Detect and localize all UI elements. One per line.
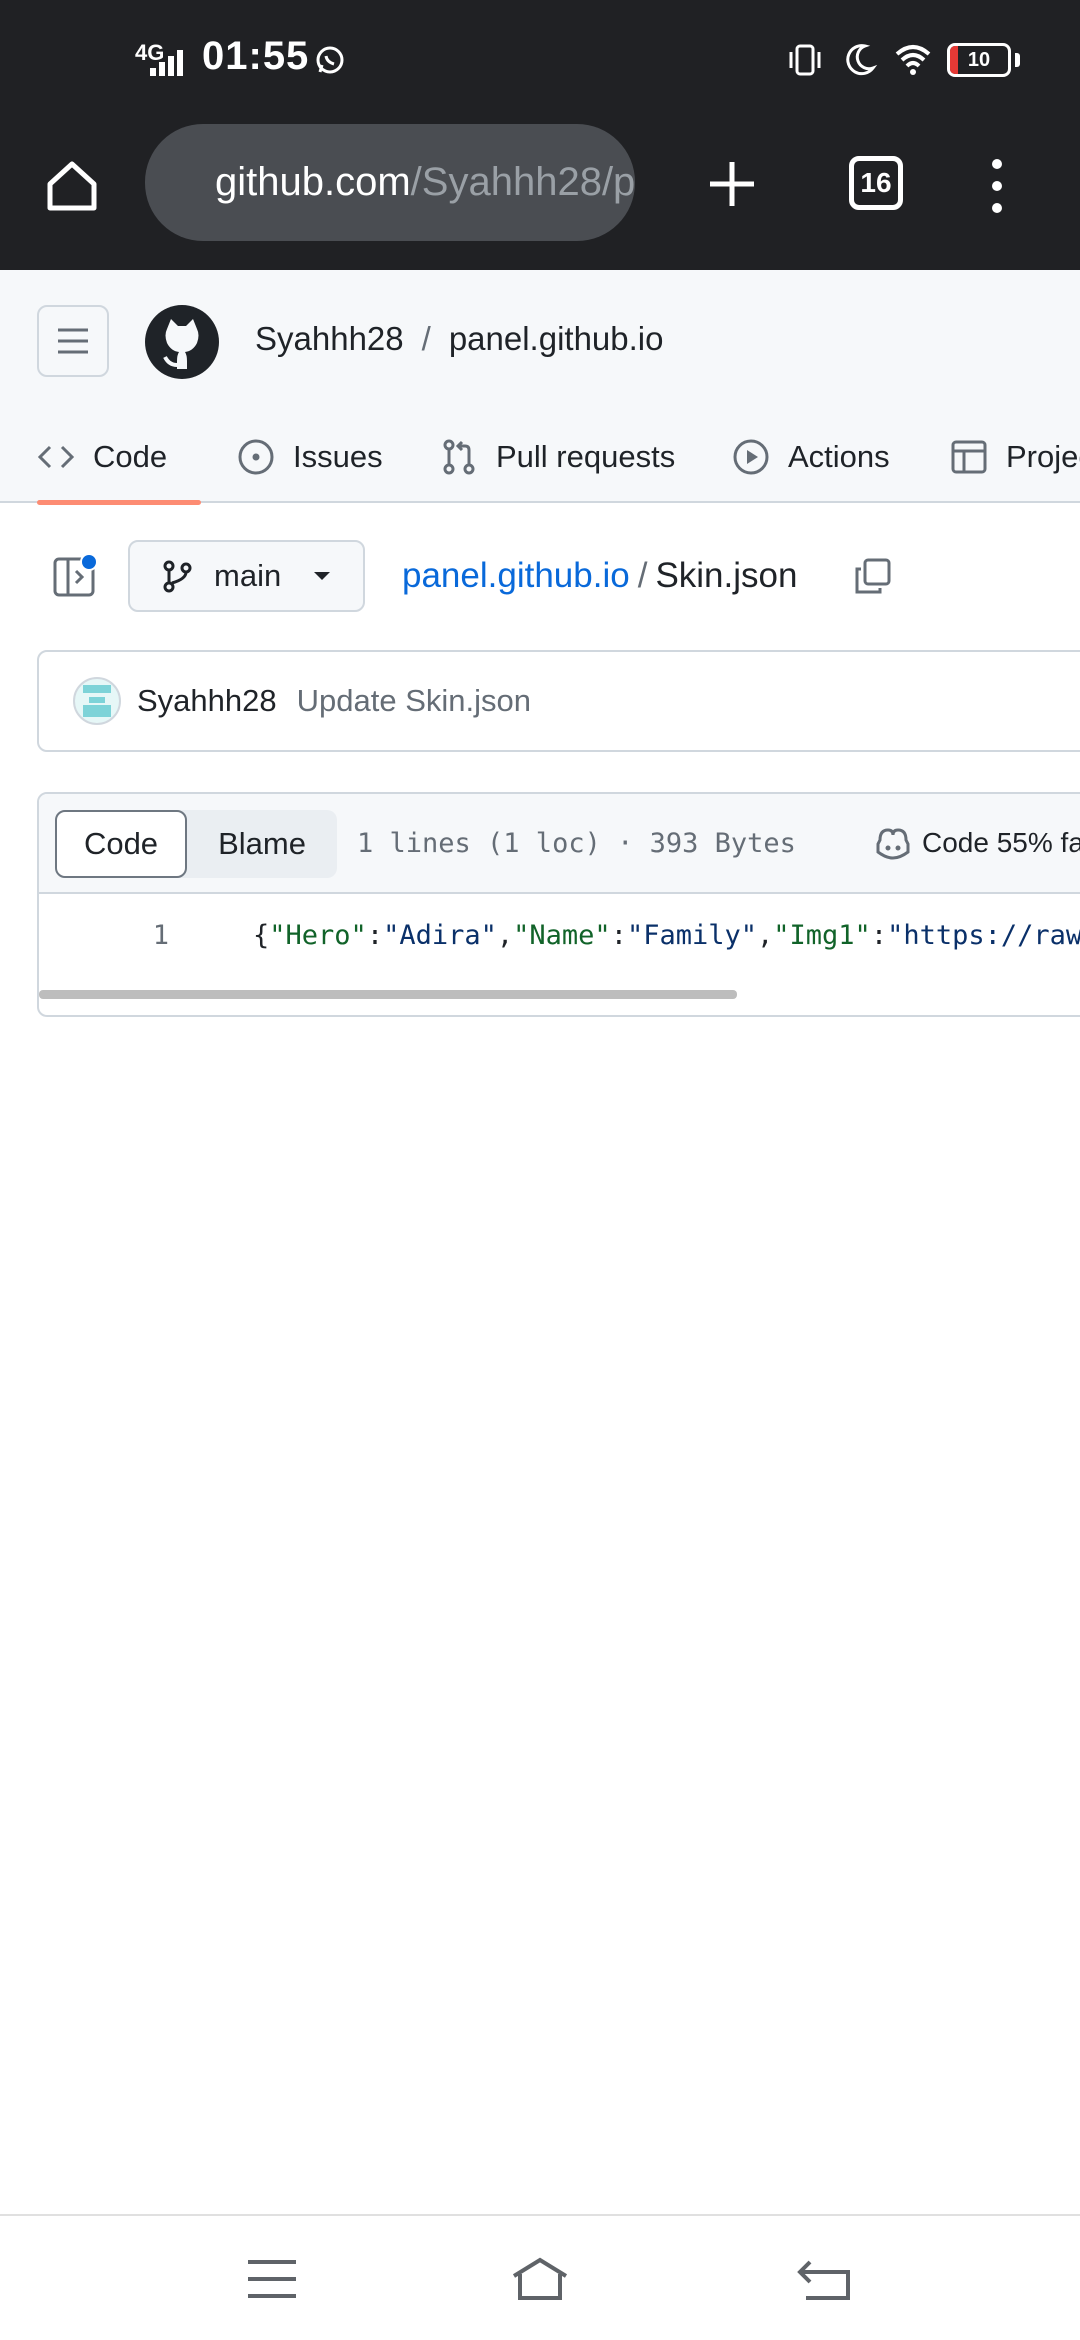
code-token: "Adira" bbox=[383, 919, 497, 951]
url-text: github.com/Syahhh28/panel.github.io bbox=[215, 160, 635, 205]
copilot-promo[interactable]: Code 55% faster with GitHub Copilot bbox=[874, 824, 1080, 862]
tab-issues[interactable]: Issues bbox=[237, 410, 383, 503]
tab-pull-requests-label: Pull requests bbox=[496, 438, 676, 474]
view-mode-toggle: Code Blame bbox=[55, 810, 337, 878]
issue-icon bbox=[238, 439, 274, 474]
new-tab-icon[interactable] bbox=[704, 156, 760, 212]
code-icon bbox=[37, 445, 75, 468]
url-host: github.com bbox=[215, 160, 411, 204]
code-token: , bbox=[496, 919, 514, 951]
identicon-icon bbox=[83, 685, 111, 717]
status-right: 10 bbox=[785, 40, 1020, 80]
status-bar: 4G 01:55 10 bbox=[0, 0, 1080, 120]
more-menu-icon[interactable] bbox=[982, 156, 1012, 216]
do-not-disturb-moon-icon bbox=[846, 44, 878, 76]
notification-dot bbox=[80, 553, 98, 571]
commit-author-link[interactable]: Syahhh28 bbox=[137, 683, 277, 719]
tab-actions-label: Actions bbox=[788, 438, 890, 474]
code-token: "Hero" bbox=[269, 919, 367, 951]
repo-path-separator: / bbox=[421, 320, 431, 357]
code-token: "Family" bbox=[626, 919, 757, 951]
code-token: : bbox=[366, 919, 384, 951]
horizontal-scrollbar[interactable] bbox=[39, 990, 737, 999]
tab-code[interactable]: Code bbox=[37, 410, 201, 505]
tab-code-label: Code bbox=[93, 438, 168, 474]
signal-icon bbox=[150, 50, 183, 76]
code-token: "https://raw bbox=[887, 919, 1080, 951]
github-logo-icon[interactable] bbox=[145, 305, 219, 379]
url-path: /Syahhh28/panel.github.io bbox=[410, 160, 635, 204]
hamburger-icon bbox=[58, 328, 88, 354]
repo-owner-link[interactable]: Syahhh28 bbox=[255, 320, 404, 357]
breadcrumb-repo-link[interactable]: panel.github.io bbox=[402, 556, 630, 595]
code-token: "Img1" bbox=[773, 919, 871, 951]
tab-projects[interactable]: Projects bbox=[950, 410, 1080, 503]
blame-view-button[interactable]: Blame bbox=[187, 810, 337, 878]
pull-request-icon bbox=[443, 439, 475, 474]
clock: 01:55 bbox=[202, 34, 310, 78]
code-line: 1 {"Hero":"Adira","Name":"Family","Img1"… bbox=[39, 894, 1080, 976]
browser-toolbar: github.com/Syahhh28/panel.github.io 16 bbox=[0, 120, 1080, 270]
avatar[interactable] bbox=[73, 677, 121, 725]
copilot-icon bbox=[876, 828, 910, 860]
url-bar[interactable]: github.com/Syahhh28/panel.github.io bbox=[145, 124, 635, 241]
code-token: "Name" bbox=[513, 919, 611, 951]
latest-commit-box: Syahhh28 Update Skin.json bbox=[37, 650, 1080, 752]
file-viewer: Code Blame 1 lines (1 loc) · 393 Bytes C… bbox=[37, 792, 1080, 1017]
whatsapp-icon bbox=[316, 46, 344, 74]
copy-path-icon[interactable] bbox=[852, 556, 892, 596]
battery-icon: 10 bbox=[947, 43, 1011, 77]
tab-actions[interactable]: Actions bbox=[732, 410, 890, 503]
menu-button[interactable] bbox=[37, 305, 109, 377]
back-icon[interactable] bbox=[796, 2254, 856, 2304]
breadcrumb-file: Skin.json bbox=[655, 556, 798, 595]
table-icon bbox=[951, 440, 987, 473]
repo-header: Syahhh28 / panel.github.io Code Issues Pul… bbox=[0, 270, 1080, 505]
tab-issues-label: Issues bbox=[293, 438, 383, 474]
breadcrumb-separator: / bbox=[637, 556, 648, 595]
repo-name-link[interactable]: panel.github.io bbox=[449, 320, 664, 357]
git-branch-icon bbox=[163, 560, 192, 593]
code-token: , bbox=[757, 919, 774, 951]
battery-cap bbox=[1015, 53, 1020, 67]
copilot-promo-text: Code 55% faster with GitHub Copilot bbox=[922, 827, 1080, 858]
branch-selector-button[interactable]: main bbox=[128, 540, 365, 612]
code-token: : bbox=[610, 919, 627, 951]
code-token: { bbox=[253, 919, 270, 951]
battery-level: 10 bbox=[967, 48, 991, 71]
chevron-down-icon bbox=[314, 572, 331, 580]
home-button-icon[interactable] bbox=[510, 2254, 570, 2304]
code-view-button[interactable]: Code bbox=[55, 810, 187, 878]
code-token: : bbox=[870, 919, 888, 951]
breadcrumb: panel.github.io / Skin.json bbox=[402, 556, 797, 596]
file-meta: 1 lines (1 loc) · 393 Bytes bbox=[357, 828, 796, 859]
wifi-icon bbox=[895, 45, 931, 75]
play-icon bbox=[733, 439, 769, 474]
line-content: {"Hero":"Adira","Name":"Family","Img1":"… bbox=[253, 920, 1080, 951]
tab-switcher-button[interactable]: 16 bbox=[849, 156, 903, 210]
recent-apps-icon[interactable] bbox=[242, 2254, 302, 2304]
home-icon[interactable] bbox=[42, 156, 102, 216]
vibrate-icon bbox=[789, 44, 821, 76]
line-number[interactable]: 1 bbox=[39, 920, 169, 951]
commit-message-link[interactable]: Update Skin.json bbox=[297, 683, 531, 719]
repo-path: Syahhh28 / panel.github.io bbox=[255, 320, 664, 358]
tab-projects-label: Projects bbox=[1006, 438, 1080, 474]
system-nav-bar bbox=[0, 2214, 1080, 2340]
tab-pull-requests[interactable]: Pull requests bbox=[440, 410, 675, 503]
file-viewer-header: Code Blame 1 lines (1 loc) · 393 Bytes C… bbox=[39, 794, 1080, 894]
branch-name: main bbox=[214, 558, 282, 593]
